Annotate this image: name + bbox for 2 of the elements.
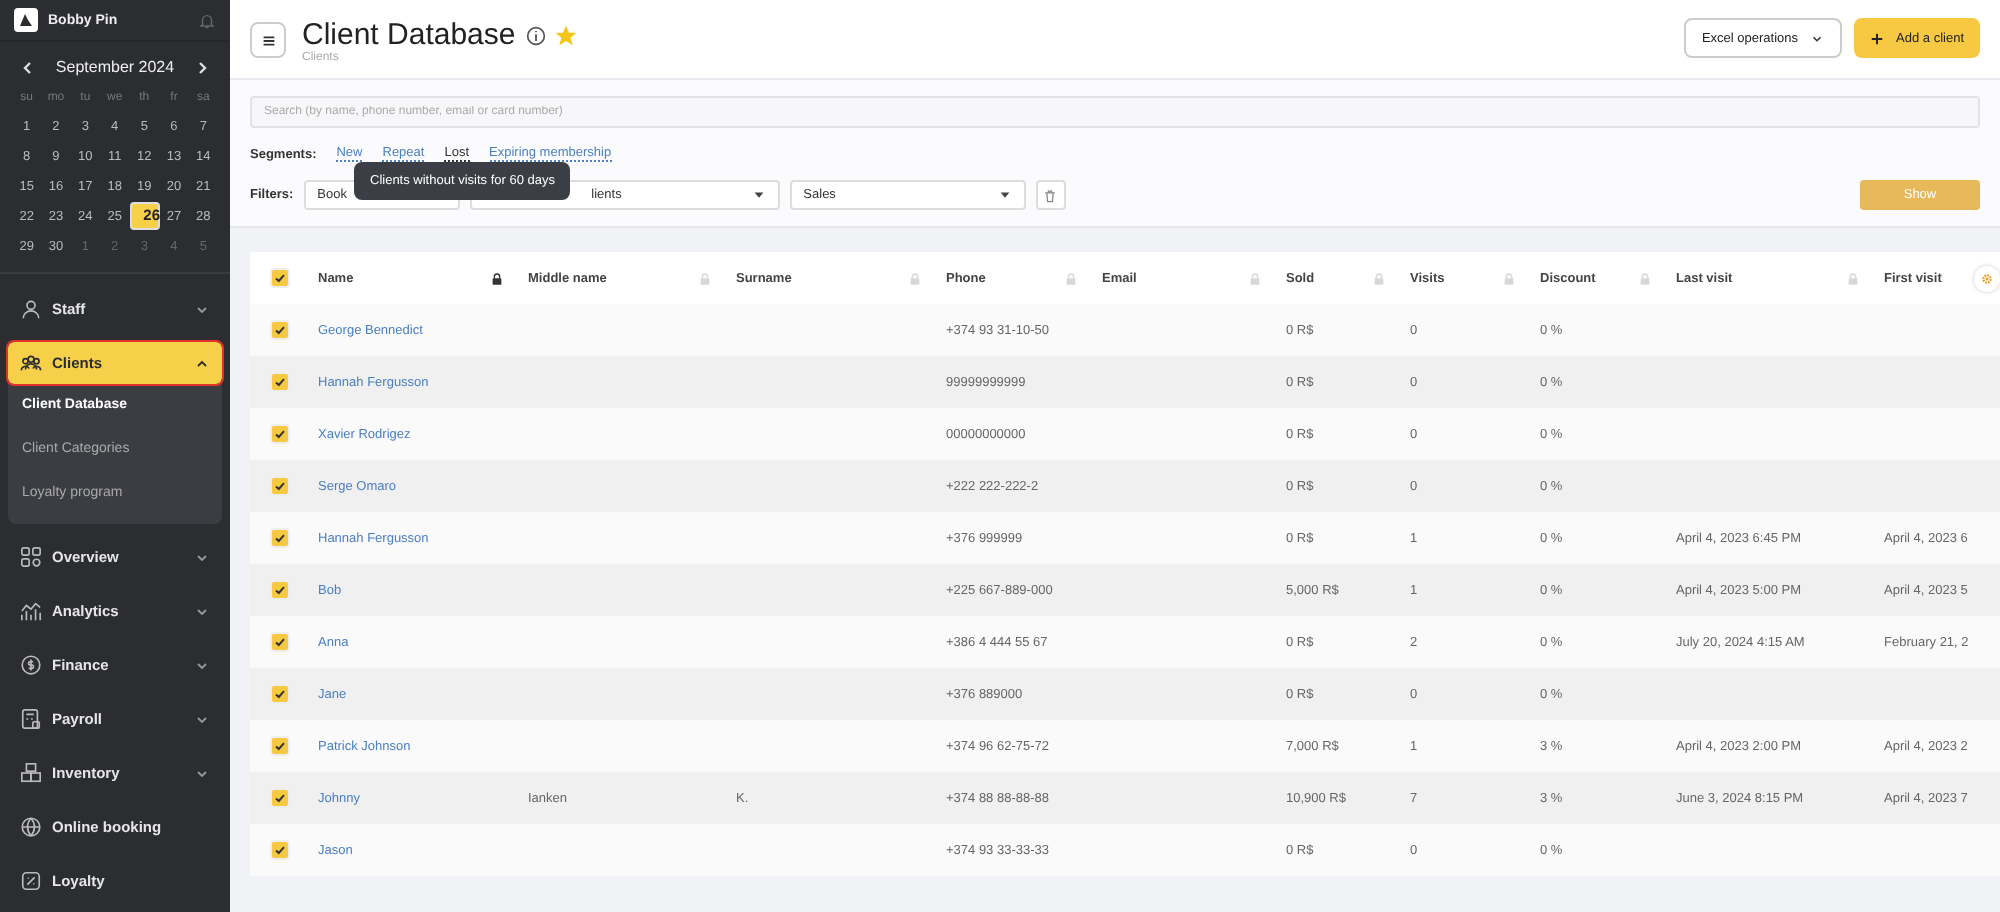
calendar-month: September 2024 (55, 58, 175, 76)
page-title: Client Database (302, 18, 516, 52)
